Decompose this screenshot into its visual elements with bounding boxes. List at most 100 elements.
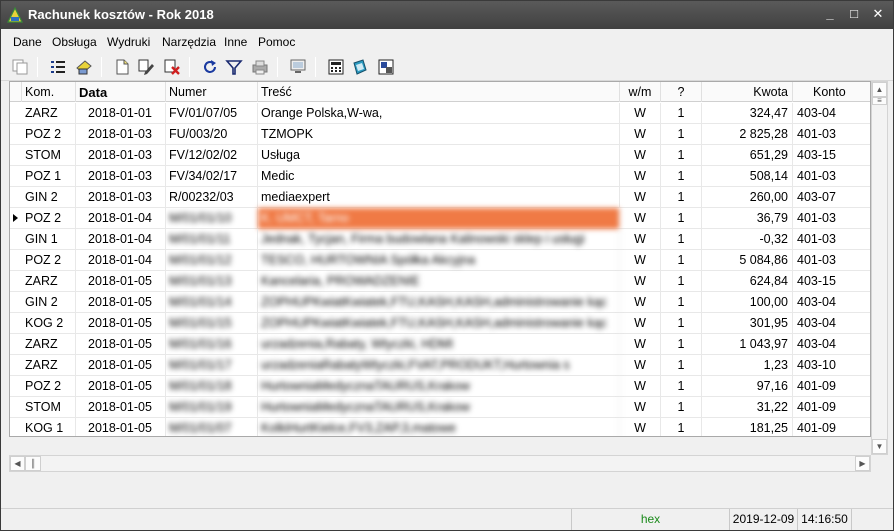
cell-data[interactable]: 2018-01-05 (76, 355, 166, 376)
cell-kwota[interactable]: 260,00 (702, 187, 793, 208)
cell-data[interactable]: 2018-01-04 (76, 250, 166, 271)
cell-q[interactable]: 1 (661, 271, 702, 292)
cell-q[interactable]: 1 (661, 103, 702, 124)
scroll-right-button[interactable]: ▶ (855, 456, 870, 471)
copy-button[interactable] (9, 56, 31, 78)
cell-wm[interactable]: W (620, 418, 661, 436)
scroll-down-button[interactable]: ▼ (872, 439, 887, 454)
scroll-up-button[interactable]: ▲ (872, 82, 887, 97)
cell-numer[interactable]: M/01/01/13 (166, 271, 258, 292)
vertical-scrollbar[interactable]: ▲ ≡ ▼ (871, 81, 888, 455)
cell-q[interactable]: 1 (661, 292, 702, 313)
cell-kwota[interactable]: 508,14 (702, 166, 793, 187)
cell-q[interactable]: 1 (661, 334, 702, 355)
menu-wydruki[interactable]: Wydruki (107, 35, 150, 49)
cell-wm[interactable]: W (620, 145, 661, 166)
cell-tresc[interactable]: Jednak, Tycjan, Firma budowlana Kalinows… (258, 229, 620, 250)
cell-tresc[interactable]: TZMOPK (258, 124, 620, 145)
cell-q[interactable]: 1 (661, 124, 702, 145)
cell-data[interactable]: 2018-01-05 (76, 271, 166, 292)
cell-konto[interactable]: 401-09 (793, 376, 870, 397)
cell-wm[interactable]: W (620, 103, 661, 124)
table-row[interactable]: KOG 1 2018-01-05 M/01/01/07 KolkiHurtKielce… (10, 418, 870, 436)
cell-kom[interactable]: KOG 1 (22, 418, 76, 436)
cell-wm[interactable]: W (620, 124, 661, 145)
cell-kom[interactable]: POZ 2 (22, 376, 76, 397)
cell-konto[interactable]: 401-09 (793, 397, 870, 418)
cell-wm[interactable]: W (620, 376, 661, 397)
cell-q[interactable]: 1 (661, 355, 702, 376)
col-header-konto[interactable]: Konto (793, 82, 870, 102)
cell-konto[interactable]: 401-03 (793, 229, 870, 250)
cell-kom[interactable]: STOM (22, 145, 76, 166)
zoom-button[interactable] (375, 56, 397, 78)
cell-konto[interactable]: 401-03 (793, 124, 870, 145)
cell-kom[interactable]: ZARZ (22, 103, 76, 124)
cell-q[interactable]: 1 (661, 376, 702, 397)
cell-konto[interactable]: 403-15 (793, 145, 870, 166)
cell-wm[interactable]: W (620, 397, 661, 418)
cell-numer[interactable]: FV/01/07/05 (166, 103, 258, 124)
cell-konto[interactable]: 403-04 (793, 292, 870, 313)
cell-data[interactable]: 2018-01-05 (76, 397, 166, 418)
cell-numer[interactable]: M/01/01/18 (166, 376, 258, 397)
cell-kwota[interactable]: 100,00 (702, 292, 793, 313)
table-row[interactable]: ZARZ 2018-01-05 M/01/01/13 Kancelaria, PROW… (10, 271, 870, 292)
cell-tresc[interactable]: HurtowniaMedycznaTAURUS,Krakow (258, 397, 620, 418)
cell-wm[interactable]: W (620, 208, 661, 229)
cell-kwota[interactable]: 624,84 (702, 271, 793, 292)
edit-button[interactable] (135, 56, 157, 78)
cell-numer[interactable]: M/01/01/07 (166, 418, 258, 436)
title-bar[interactable]: Rachunek kosztów - Rok 2018 _ □ ✕ (1, 1, 893, 29)
table-row[interactable]: ZARZ 2018-01-05 M/01/01/17 urzadzeniaRabaty… (10, 355, 870, 376)
filter-button[interactable] (223, 56, 245, 78)
cell-kwota[interactable]: 301,95 (702, 313, 793, 334)
cell-data[interactable]: 2018-01-03 (76, 124, 166, 145)
cell-konto[interactable]: 403-04 (793, 103, 870, 124)
hscroll-thumb[interactable]: ║ (25, 456, 41, 471)
cell-tresc[interactable]: urzadzeniaRabatyWtyczki,FVAT,PRODUKT,Hur… (258, 355, 620, 376)
table-row[interactable]: ZARZ 2018-01-01 FV/01/07/05 Orange Polska,W… (10, 103, 870, 124)
refresh-button[interactable] (199, 56, 221, 78)
menu-narzedzia[interactable]: Narzędzia (162, 35, 216, 49)
cell-q[interactable]: 1 (661, 397, 702, 418)
cell-konto[interactable]: 401-09 (793, 418, 870, 436)
table-row[interactable]: GIN 1 2018-01-04 M/01/01/11 Jednak, Tycjan,… (10, 229, 870, 250)
table-row[interactable]: KOG 2 2018-01-05 M/01/01/15 ZOPHUPKwiatKwia… (10, 313, 870, 334)
col-header-question[interactable]: ? (661, 82, 702, 102)
cell-data[interactable]: 2018-01-04 (76, 208, 166, 229)
cell-wm[interactable]: W (620, 187, 661, 208)
menu-dane[interactable]: Dane (13, 35, 42, 49)
monitor-button[interactable] (287, 56, 309, 78)
table-row[interactable]: POZ 2 2018-01-03 FU/003/20 TZMOPK W 1 2 825,28… (10, 124, 870, 145)
cell-kwota[interactable]: 181,25 (702, 418, 793, 436)
cell-q[interactable]: 1 (661, 166, 702, 187)
menu-obsluga[interactable]: Obsługa (52, 35, 97, 49)
menu-inne[interactable]: Inne (224, 35, 247, 49)
table-row[interactable]: POZ 2 2018-01-05 M/01/01/18 HurtowniaMedycz… (10, 376, 870, 397)
cell-data[interactable]: 2018-01-03 (76, 187, 166, 208)
cell-numer[interactable]: M/01/01/11 (166, 229, 258, 250)
cell-numer[interactable]: FV/34/02/17 (166, 166, 258, 187)
cell-data[interactable]: 2018-01-05 (76, 334, 166, 355)
cell-tresc[interactable]: Usługa (258, 145, 620, 166)
cell-kwota[interactable]: 31,22 (702, 397, 793, 418)
cell-data[interactable]: 2018-01-05 (76, 418, 166, 436)
cell-wm[interactable]: W (620, 229, 661, 250)
cell-kwota[interactable]: 651,29 (702, 145, 793, 166)
table-row[interactable]: POZ 2 2018-01-04 M/01/01/10 K. UMCT, Tarno W… (10, 208, 870, 229)
cell-data[interactable]: 2018-01-05 (76, 292, 166, 313)
cell-tresc[interactable]: TESCO, HURTOWNIA Spółka Akcyjna (258, 250, 620, 271)
cell-data[interactable]: 2018-01-05 (76, 376, 166, 397)
cell-q[interactable]: 1 (661, 229, 702, 250)
cell-numer[interactable]: M/01/01/17 (166, 355, 258, 376)
cell-q[interactable]: 1 (661, 208, 702, 229)
cell-kom[interactable]: POZ 2 (22, 250, 76, 271)
cell-data[interactable]: 2018-01-03 (76, 166, 166, 187)
cell-konto[interactable]: 403-04 (793, 313, 870, 334)
cell-q[interactable]: 1 (661, 418, 702, 436)
cell-kom[interactable]: POZ 1 (22, 166, 76, 187)
cell-tresc[interactable]: Medic (258, 166, 620, 187)
cell-kom[interactable]: GIN 1 (22, 229, 76, 250)
cell-kwota[interactable]: 324,47 (702, 103, 793, 124)
